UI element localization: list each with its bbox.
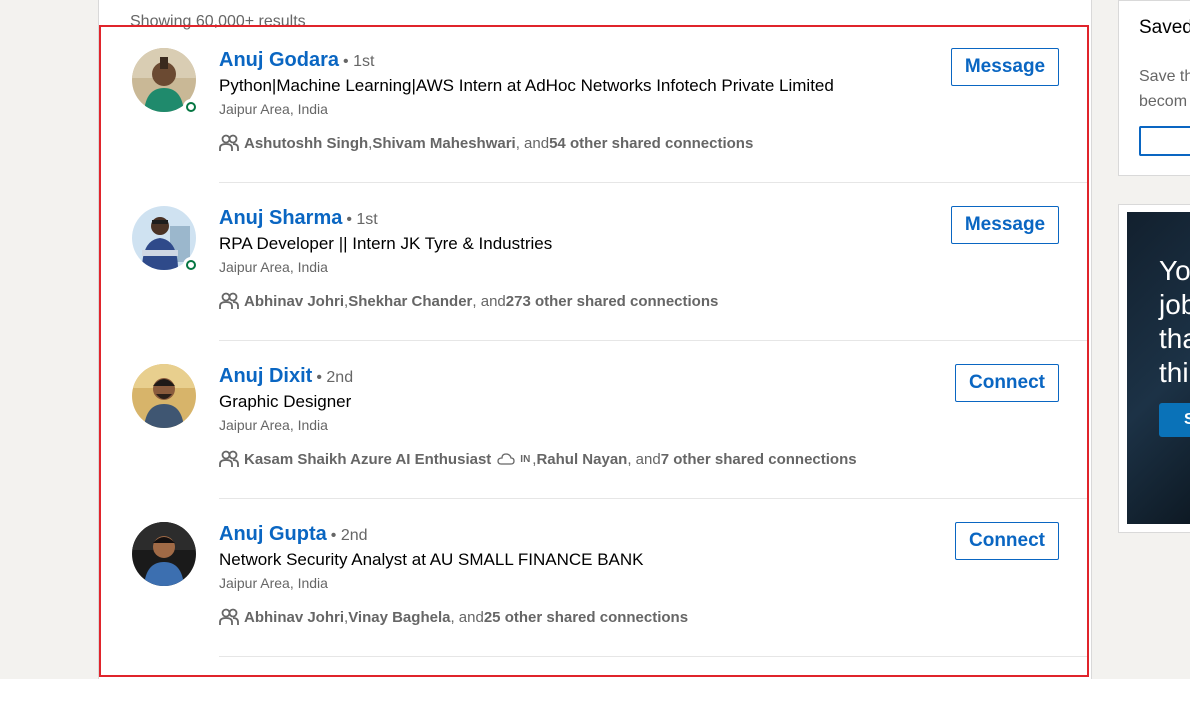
message-button[interactable]: Message xyxy=(951,48,1059,86)
people-icon xyxy=(219,608,239,625)
connection-degree: • 1st xyxy=(343,53,375,70)
cloud-icon xyxy=(497,453,515,465)
profile-name-link[interactable]: Anuj Godara xyxy=(219,49,339,71)
search-result-item: Anuj Sharma • 1st RPA Developer || Intern… xyxy=(100,183,1088,341)
connect-button[interactable]: Connect xyxy=(955,364,1059,402)
shared-connection-name: Shivam Maheshwari xyxy=(372,134,516,152)
ad-cta-button[interactable]: S xyxy=(1159,403,1190,437)
shared-connections[interactable]: Kasam Shaikh Azure AI Enthusiast IN , Ra… xyxy=(219,450,857,468)
shared-connection-count: 25 other shared connections xyxy=(483,608,689,626)
search-result-item: Anuj Dixit • 2nd Graphic Designer Jaipur … xyxy=(100,341,1088,499)
profile-name-link[interactable]: Anuj Dixit xyxy=(219,365,312,387)
online-status-icon xyxy=(183,257,199,273)
ad-image[interactable]: Yo job tha thi S xyxy=(1127,212,1190,524)
people-icon xyxy=(219,450,239,467)
people-icon xyxy=(219,134,239,151)
shared-connections[interactable]: Abhinav Johri, Shekhar Chander, and 273 … xyxy=(219,292,718,310)
profile-location: Jaipur Area, India xyxy=(219,575,328,591)
ad-card[interactable]: Yo job tha thi S xyxy=(1118,204,1190,533)
divider xyxy=(219,656,1088,657)
online-status-icon xyxy=(183,99,199,115)
people-icon xyxy=(219,292,239,309)
saved-search-title: Saved xyxy=(1139,17,1190,38)
shared-connection-name: Kasam Shaikh Azure AI Enthusiast xyxy=(244,450,492,468)
profile-headline: Python|Machine Learning|AWS Intern at Ad… xyxy=(219,76,834,95)
linkedin-in-icon: IN xyxy=(520,453,531,465)
shared-connection-count: 273 other shared connections xyxy=(505,292,719,310)
profile-name-link[interactable]: Anuj Gupta xyxy=(219,523,327,545)
connection-degree: • 2nd xyxy=(316,369,354,386)
saved-search-text: Save th becom xyxy=(1139,68,1190,110)
shared-connection-name: Shekhar Chander xyxy=(348,292,473,310)
connection-degree: • 2nd xyxy=(330,527,368,544)
profile-name-link[interactable]: Anuj Sharma xyxy=(219,207,342,229)
save-search-button[interactable] xyxy=(1139,126,1190,156)
message-button[interactable]: Message xyxy=(951,206,1059,244)
profile-avatar[interactable] xyxy=(132,522,196,586)
profile-headline: Network Security Analyst at AU SMALL FIN… xyxy=(219,550,644,569)
profile-headline: RPA Developer || Intern JK Tyre & Indust… xyxy=(219,234,553,253)
shared-connection-name: Rahul Nayan xyxy=(536,450,628,468)
connect-button[interactable]: Connect xyxy=(955,522,1059,560)
profile-headline: Graphic Designer xyxy=(219,392,352,411)
shared-connection-name: Abhinav Johri xyxy=(244,292,345,310)
connection-degree: • 1st xyxy=(346,211,378,228)
saved-search-card: Saved Save th becom xyxy=(1118,0,1190,176)
shared-connections[interactable]: Abhinav Johri, Vinay Baghela, and 25 oth… xyxy=(219,608,688,626)
shared-connection-name: Vinay Baghela xyxy=(348,608,451,626)
search-result-item: Anuj Godara • 1st Python|Machine Learning… xyxy=(100,25,1088,183)
ad-headline: Yo job tha thi xyxy=(1159,255,1190,388)
shared-connection-count: 54 other shared connections xyxy=(549,134,754,152)
search-result-item: Anuj Gupta • 2nd Network Security Analyst… xyxy=(100,499,1088,657)
shared-connections[interactable]: Ashutoshh Singh, Shivam Maheshwari, and … xyxy=(219,134,753,152)
shared-connection-count: 7 other shared connections xyxy=(660,450,857,468)
profile-location: Jaipur Area, India xyxy=(219,417,328,433)
profile-avatar[interactable] xyxy=(132,364,196,428)
page-footer-area xyxy=(0,679,1190,704)
shared-connection-name: Ashutoshh Singh xyxy=(244,134,369,152)
shared-connection-name: Abhinav Johri xyxy=(244,608,345,626)
profile-location: Jaipur Area, India xyxy=(219,259,328,275)
profile-location: Jaipur Area, India xyxy=(219,101,328,117)
